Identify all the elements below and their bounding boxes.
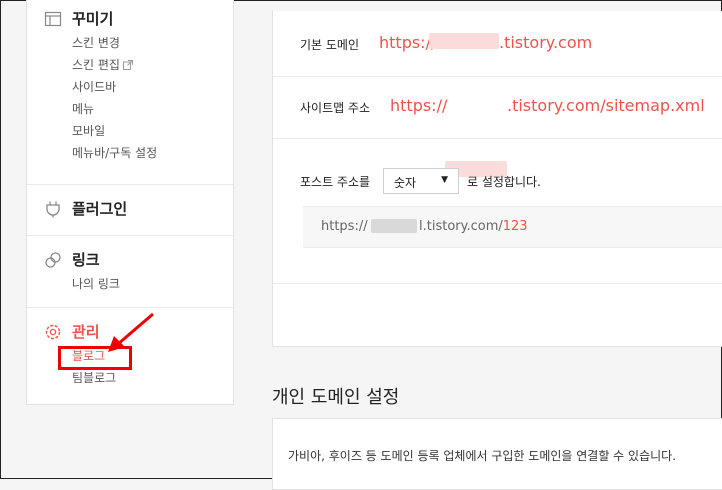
post-address-format-value: 숫자 — [394, 176, 417, 190]
personal-domain-panel: 가비아, 후이즈 등 도메인 등록 업체에서 구입한 도메인을 연결할 수 있습… — [272, 418, 722, 490]
redacted-blog-id — [371, 219, 417, 233]
personal-domain-heading: 개인 도메인 설정 — [272, 387, 400, 408]
sidebar-item-skin-edit[interactable]: 스킨 편집 — [72, 54, 157, 76]
blog-address-panel: 기본 도메인 https:// .tistory.com 사이트맵 주소 htt… — [272, 11, 722, 347]
sidebar-section-plugin: 플러그인 — [27, 185, 233, 236]
default-domain-url-suffix[interactable]: .tistory.com — [499, 33, 592, 52]
post-address-preview: https:// l.tistory.com/123 — [303, 206, 722, 248]
sidebar-section-decorate: 꾸미기 스킨 변경 스킨 편집 사이드바 메뉴 모바일 메뉴바/구독 설정 — [27, 0, 233, 185]
default-domain-row: 기본 도메인 https:// .tistory.com — [273, 11, 722, 77]
sidebar-item-sidebar[interactable]: 사이드바 — [72, 76, 157, 98]
personal-domain-description: 가비아, 후이즈 등 도메인 등록 업체에서 구입한 도메인을 연결할 수 있습… — [288, 449, 677, 463]
preview-url-mid: l.tistory.com/ — [419, 219, 503, 234]
redacted-blog-id — [429, 33, 499, 49]
post-address-label: 포스트 주소를 — [300, 175, 371, 189]
sidebar-item-menu[interactable]: 메뉴 — [72, 98, 157, 120]
sitemap-url-prefix[interactable]: https:// — [390, 96, 447, 115]
sidebar-item-menubar-subscribe[interactable]: 메뉴바/구독 설정 — [72, 142, 157, 164]
sidebar-title-decorate: 꾸미기 — [72, 10, 114, 28]
sidebar-header-link[interactable]: 링크 — [27, 248, 233, 272]
sitemap-url-suffix[interactable]: .tistory.com/sitemap.xml — [507, 96, 705, 115]
preview-url-text: l.tistory.com/123 — [419, 219, 528, 234]
gear-icon — [45, 324, 61, 340]
sidebar-item-skin-change[interactable]: 스킨 변경 — [72, 32, 157, 54]
sidebar-title-link: 링크 — [72, 251, 100, 269]
external-link-icon — [122, 60, 133, 70]
preview-post-number: 123 — [502, 219, 528, 234]
link-icon — [45, 252, 61, 268]
sidebar-title-plugin: 플러그인 — [72, 200, 128, 218]
caret-down-icon: ▼ — [441, 175, 448, 185]
red-arrow-annotation — [108, 312, 154, 352]
post-address-suffix: 로 설정합니다. — [467, 175, 541, 189]
sitemap-row: 사이트맵 주소 https:// .tistory.com/sitemap.xm… — [273, 76, 722, 177]
preview-url-prefix: https:// — [321, 219, 368, 234]
default-domain-label: 기본 도메인 — [300, 38, 360, 52]
default-domain-url-prefix[interactable]: https:// — [379, 33, 436, 52]
sidebar-title-manage: 관리 — [72, 323, 100, 341]
sidebar-sublist-decorate: 스킨 변경 스킨 편집 사이드바 메뉴 모바일 메뉴바/구독 설정 — [27, 32, 157, 164]
post-address-format-select[interactable]: 숫자 ▼ — [383, 168, 459, 194]
sidebar-header-plugin[interactable]: 플러그인 — [27, 197, 233, 221]
sidebar-sublist-link: 나의 링크 — [27, 273, 120, 295]
sidebar-item-my-link[interactable]: 나의 링크 — [72, 273, 120, 295]
layout-icon — [44, 11, 62, 27]
plug-icon — [46, 201, 60, 218]
sidebar-item-skin-edit-label: 스킨 편집 — [72, 58, 120, 72]
sitemap-label: 사이트맵 주소 — [300, 101, 371, 115]
sidebar-header-decorate[interactable]: 꾸미기 — [27, 7, 233, 31]
sidebar-item-mobile[interactable]: 모바일 — [72, 120, 157, 142]
sidebar-section-link: 링크 나의 링크 — [27, 236, 233, 308]
sidebar-item-team-blog[interactable]: 팀블로그 — [72, 367, 116, 389]
